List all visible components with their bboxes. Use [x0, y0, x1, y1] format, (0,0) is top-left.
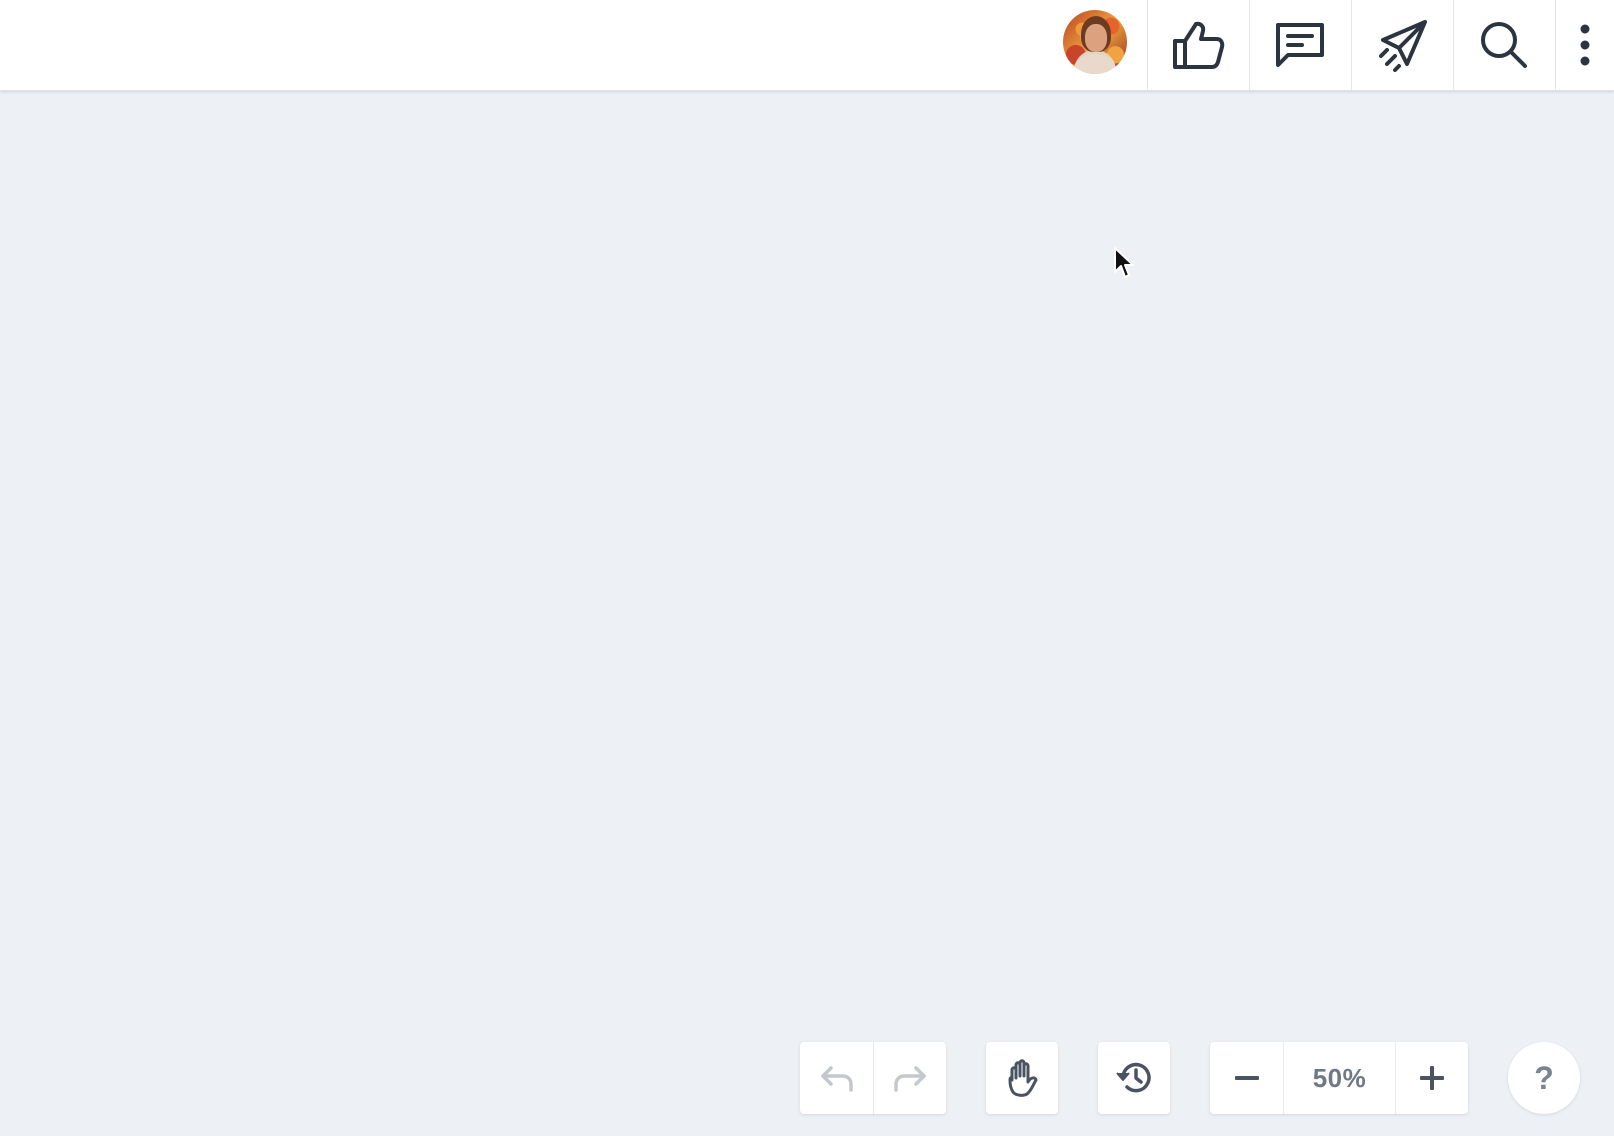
- user-avatar[interactable]: [1063, 10, 1127, 74]
- history-group: [1098, 1042, 1170, 1114]
- hand-tool-button[interactable]: [986, 1042, 1058, 1114]
- zoom-in-button[interactable]: [1395, 1042, 1468, 1114]
- undo-button[interactable]: [800, 1042, 873, 1114]
- thumbs-up-icon: [1173, 21, 1225, 69]
- zoom-controls: 50%: [1210, 1042, 1468, 1114]
- help-button[interactable]: ?: [1508, 1042, 1580, 1114]
- hand-icon: [1008, 1059, 1038, 1097]
- app-window: 50% ?: [0, 0, 1614, 1136]
- paper-plane-icon: [1379, 20, 1427, 72]
- comment-icon: [1276, 23, 1324, 67]
- search-icon: [1481, 22, 1527, 68]
- redo-button[interactable]: [873, 1042, 946, 1114]
- minus-icon: [1234, 1076, 1259, 1080]
- like-button[interactable]: [1147, 0, 1248, 90]
- avatar-face: [1085, 24, 1107, 52]
- canvas-area[interactable]: [0, 91, 1614, 1136]
- redo-icon: [894, 1066, 926, 1092]
- more-vertical-icon: [1580, 24, 1590, 66]
- share-button[interactable]: [1351, 0, 1452, 90]
- undo-icon: [820, 1066, 853, 1092]
- zoom-level[interactable]: 50%: [1283, 1042, 1395, 1114]
- top-bar: [0, 0, 1614, 91]
- mouse-cursor-icon: [1114, 247, 1134, 278]
- search-button[interactable]: [1453, 0, 1554, 90]
- undo-redo-group: [800, 1042, 946, 1114]
- history-button[interactable]: [1098, 1042, 1170, 1114]
- comment-button[interactable]: [1249, 0, 1350, 90]
- hand-tool-group: [986, 1042, 1058, 1114]
- more-menu-button[interactable]: [1555, 0, 1614, 90]
- history-icon: [1116, 1062, 1151, 1093]
- plus-icon: [1420, 1066, 1444, 1090]
- zoom-out-button[interactable]: [1210, 1042, 1283, 1114]
- avatar-body: [1075, 54, 1115, 74]
